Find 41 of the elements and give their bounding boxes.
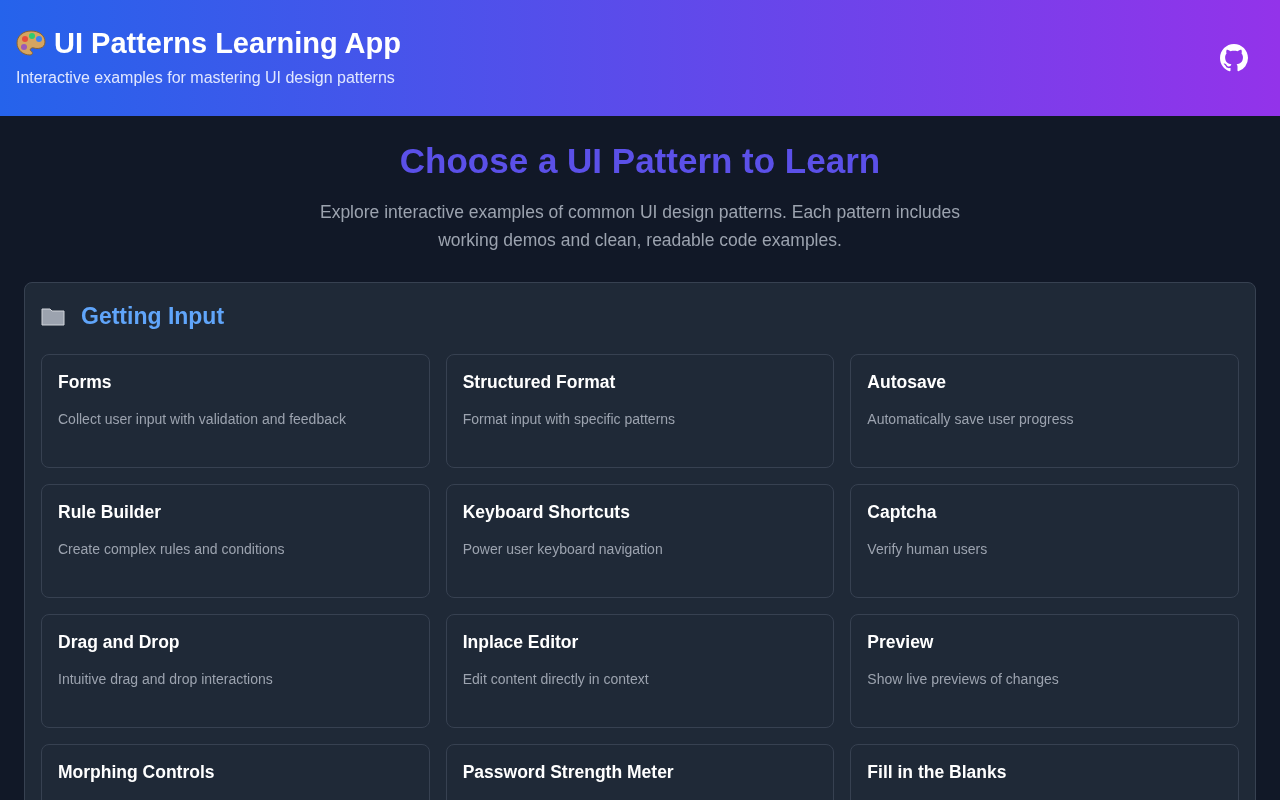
pattern-card[interactable]: Structured Format Format input with specific patterns <box>445 353 835 468</box>
pattern-title: Password Strength Meter <box>462 760 674 784</box>
palette-icon <box>16 30 46 56</box>
pattern-card[interactable]: Preview Show live previews of changes <box>850 613 1239 728</box>
folder-icon <box>41 306 65 327</box>
pattern-card[interactable]: Rule Builder Create complex rules and conditions <box>41 483 430 598</box>
pattern-card[interactable]: Fill in the Blanks <box>850 743 1239 800</box>
pattern-title: Forms <box>58 370 112 394</box>
pattern-description: Edit content directly in context <box>462 669 649 689</box>
pattern-title: Inplace Editor <box>462 630 579 654</box>
app-subtitle: Interactive examples for mastering UI design patterns <box>16 68 396 89</box>
pattern-description: Collect user input with validation and feedback <box>58 409 346 429</box>
pattern-description: Format input with specific patterns <box>462 409 676 429</box>
repository-link-icon[interactable] <box>1220 44 1248 72</box>
intro-paragraph: Explore interactive examples of common UI design patterns. Each pattern includes working demos and clean, readable code examples. <box>318 201 962 252</box>
pattern-card[interactable]: Captcha Verify human users <box>850 483 1239 598</box>
pattern-card[interactable]: Inplace Editor Edit content directly in context <box>445 613 835 728</box>
pattern-title: Preview <box>867 630 934 654</box>
pattern-title: Morphing Controls <box>58 760 215 784</box>
page-heading: Choose a UI Pattern to Learn <box>398 140 882 182</box>
pattern-description: Create complex rules and conditions <box>58 539 285 559</box>
pattern-title: Structured Format <box>462 370 616 394</box>
pattern-card[interactable]: Morphing Controls <box>41 743 430 800</box>
pattern-card[interactable]: Password Strength Meter <box>445 743 835 800</box>
pattern-title: Drag and Drop <box>58 630 180 654</box>
pattern-description: Automatically save user progress <box>867 409 1074 429</box>
pattern-card[interactable]: Forms Collect user input with validation and feedback <box>41 353 430 468</box>
pattern-description: Show live previews of changes <box>867 669 1059 689</box>
pattern-title: Rule Builder <box>58 500 162 524</box>
app-title: UI Patterns Learning App <box>54 25 401 61</box>
pattern-title: Keyboard Shortcuts <box>462 500 630 524</box>
section-title: Getting Input <box>81 302 225 331</box>
pattern-title: Captcha <box>867 500 937 524</box>
pattern-description: Verify human users <box>867 539 988 559</box>
pattern-title: Fill in the Blanks <box>867 760 1007 784</box>
pattern-description: Power user keyboard navigation <box>462 539 663 559</box>
pattern-card[interactable]: Keyboard Shortcuts Power user keyboard navigation <box>445 483 835 598</box>
pattern-title: Autosave <box>867 370 947 394</box>
pattern-card[interactable]: Autosave Automatically save user progress <box>850 353 1239 468</box>
pattern-card[interactable]: Drag and Drop Intuitive drag and drop interactions <box>41 613 430 728</box>
pattern-description: Intuitive drag and drop interactions <box>58 669 273 689</box>
